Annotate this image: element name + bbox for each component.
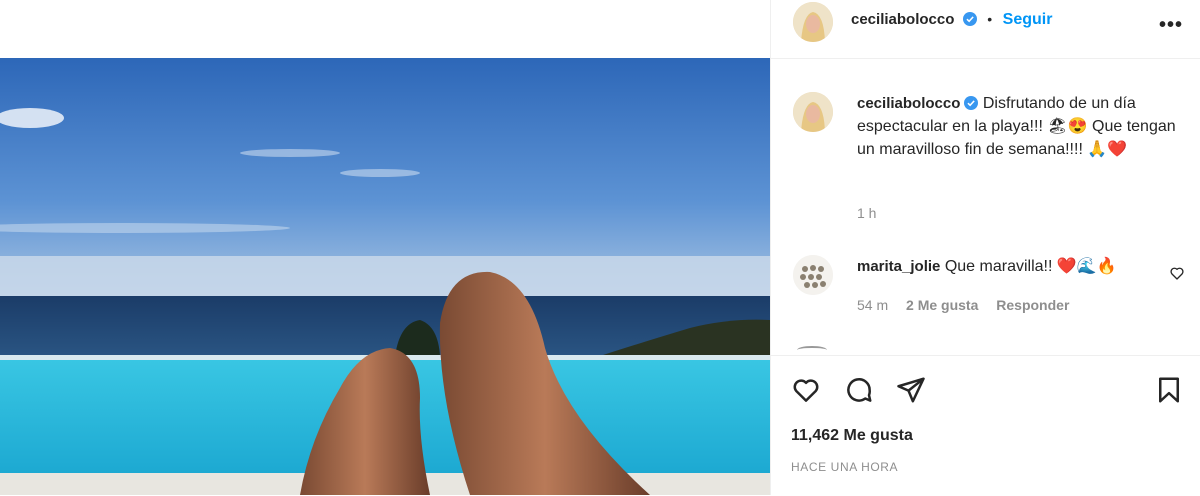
save-bookmark-icon[interactable] [1154,375,1184,405]
follow-button[interactable]: Seguir [1003,11,1053,28]
caption-username[interactable]: ceciliabolocco [857,95,960,112]
comment-username[interactable]: marita_jolie [857,258,940,275]
post-timestamp[interactable]: HACE UNA HORA [791,460,898,474]
avatar-photo-icon [793,2,833,42]
post-caption: ceciliabolocco Disfrutando de un día esp… [857,92,1177,161]
comment-like-heart-icon[interactable] [1169,265,1185,281]
header-separator: • [987,11,993,27]
comment-item: marita_jolie Que maravilla!! ❤️🌊🔥 [857,256,1117,276]
comment-text: Que maravilla!! ❤️🌊🔥 [944,258,1117,275]
post-actions-bar [771,355,1200,496]
caption-time[interactable]: 1 h [857,205,876,221]
caption-avatar[interactable] [793,92,833,132]
comment-meta: 54 m 2 Me gusta Responder [857,297,1083,313]
reply-button[interactable]: Responder [996,297,1069,313]
avatar-photo-icon [793,255,833,295]
verified-badge-icon [964,96,979,110]
commenter-avatar[interactable] [793,255,833,295]
post-image[interactable] [0,58,770,495]
post-side-panel: ceciliabolocco • Seguir ••• ceciliaboloc… [770,0,1200,495]
comment-bubble-icon[interactable] [844,375,874,405]
avatar-photo-icon [793,92,833,132]
likes-count[interactable]: 11,462 Me gusta [791,427,913,445]
comment-likes[interactable]: 2 Me gusta [906,297,978,313]
like-heart-icon[interactable] [791,375,821,405]
post-media-area [0,0,770,495]
comment-time[interactable]: 54 m [857,297,888,313]
header-username[interactable]: ceciliabolocco [851,11,954,28]
beach-pool-photo [0,58,770,495]
more-options-icon[interactable]: ••• [1159,14,1183,37]
header-user-line: ceciliabolocco • Seguir [851,11,1052,29]
verified-badge-icon [962,12,977,26]
author-avatar[interactable] [793,2,833,42]
post-header: ceciliabolocco • Seguir ••• [771,0,1200,59]
share-paper-plane-icon[interactable] [896,375,926,405]
next-comment-avatar-edge [797,346,827,354]
